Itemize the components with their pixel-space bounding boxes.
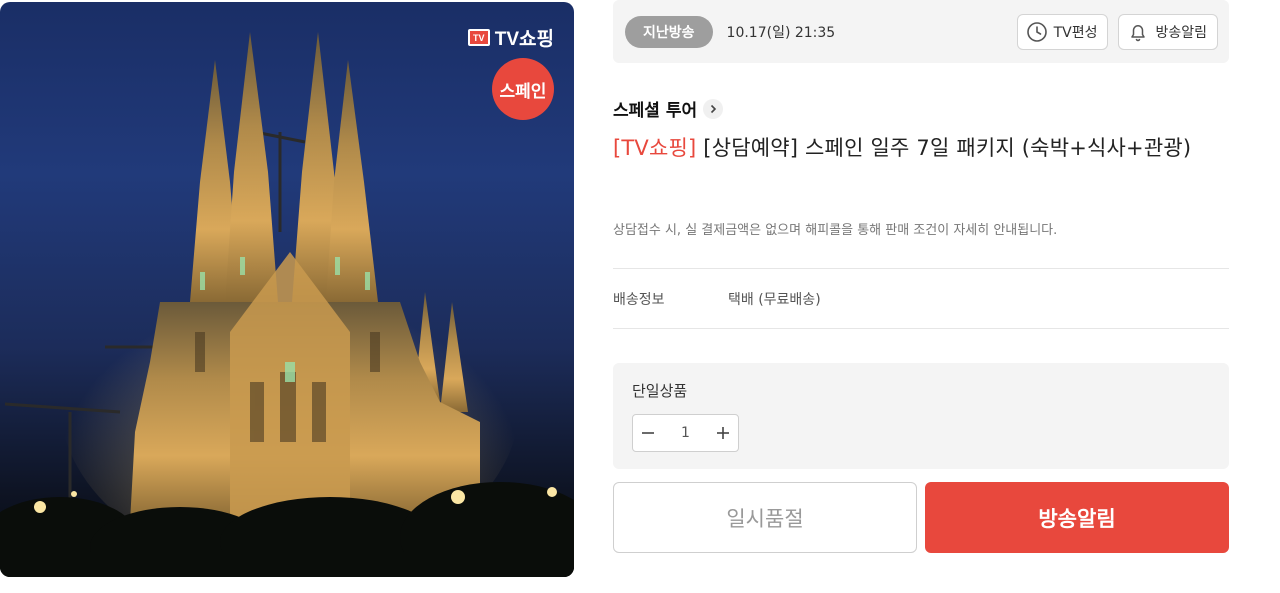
title-prefix: [TV쇼핑] [613, 136, 697, 160]
quantity-stepper: 1 [632, 414, 739, 452]
divider [613, 328, 1229, 329]
soldout-button[interactable]: 일시품절 [613, 482, 917, 553]
tv-schedule-label: TV편성 [1053, 24, 1098, 41]
product-title: [TV쇼핑] [상담예약] 스페인 일주 7일 패키지 (숙박+식사+관광) [613, 133, 1229, 164]
plus-icon[interactable] [716, 426, 730, 440]
past-broadcast-badge: 지난방송 [625, 15, 713, 48]
shipping-value: 택배 (무료배송) [728, 291, 821, 308]
tv-shopping-label: TV쇼핑 [494, 29, 554, 50]
cathedral-illustration [0, 32, 574, 577]
broadcast-info-bar: 지난방송 10.17(일) 21:35 TV편성 방송알림 [613, 0, 1229, 63]
shipping-label: 배송정보 [613, 291, 665, 308]
shipping-row: 배송정보 택배 (무료배송) [613, 269, 1229, 328]
category-link[interactable]: 스페셜 투어 [613, 96, 1229, 121]
product-info-panel: 지난방송 10.17(일) 21:35 TV편성 방송알림 스페셜 투어 [TV… [613, 0, 1229, 553]
air-time: 10.17(일) 21:35 [726, 24, 836, 41]
chevron-right-icon [703, 98, 724, 119]
tv-schedule-button[interactable]: TV편성 [1016, 13, 1109, 50]
broadcast-alarm-button[interactable]: 방송알림 [1118, 13, 1218, 50]
region-badge: 스페인 [492, 58, 554, 120]
minus-icon[interactable] [641, 426, 655, 440]
title-text: [상담예약] 스페인 일주 7일 패키지 (숙박+식사+관광) [696, 136, 1192, 160]
consultation-notice: 상담접수 시, 실 결제금액은 없으며 해피콜을 통해 판매 조건이 자세히 안… [613, 223, 1058, 238]
action-buttons: 일시품절 방송알림 [613, 482, 1229, 553]
bell-icon [1131, 24, 1146, 41]
tv-shopping-badge: TV TV쇼핑 [467, 24, 554, 51]
option-name: 단일상품 [632, 382, 688, 400]
product-image: TV TV쇼핑 스페인 [0, 2, 574, 577]
broadcast-alert-button[interactable]: 방송알림 [925, 482, 1229, 553]
quantity-value[interactable]: 1 [681, 425, 690, 441]
clock-icon [1026, 21, 1047, 42]
tv-icon: TV [467, 29, 490, 46]
broadcast-alarm-label: 방송알림 [1155, 24, 1207, 41]
category-label: 스페셜 투어 [613, 101, 698, 121]
option-box: 단일상품 1 [613, 363, 1229, 469]
